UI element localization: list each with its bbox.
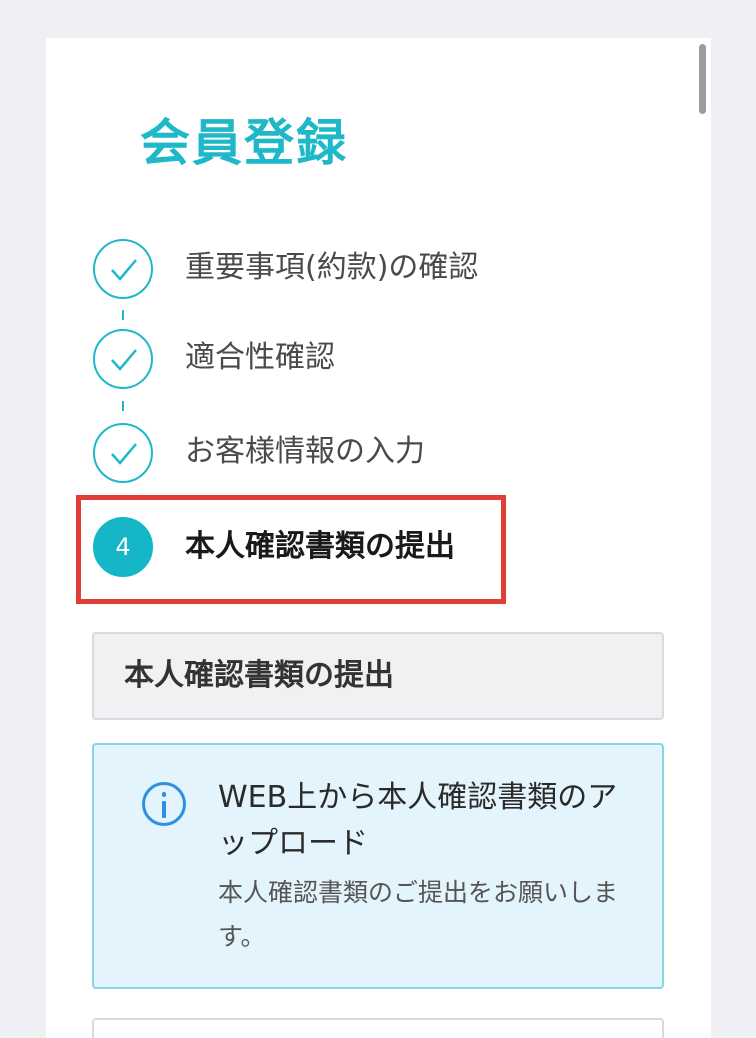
info-notice: WEB上から本人確認書類のアップロード 本人確認書類のご提出をお願いします。: [92, 743, 664, 989]
highlight-annotation-box: [76, 495, 506, 604]
step-2-label: 適合性確認: [185, 340, 335, 375]
section-header: 本人確認書類の提出: [92, 632, 664, 720]
step-1-label: 重要事項(約款)の確認: [185, 250, 479, 285]
step-3-completed-icon: [93, 423, 153, 483]
check-icon: [111, 259, 137, 281]
scrollbar[interactable]: [699, 44, 706, 114]
check-icon: [111, 349, 137, 371]
step-connector: [122, 310, 124, 320]
step-connector: [122, 401, 124, 411]
check-icon: [111, 443, 137, 465]
step-1-completed-icon: [93, 239, 153, 299]
step-2-completed-icon: [93, 329, 153, 389]
info-body: 本人確認書類のご提出をお願いします。: [218, 878, 619, 951]
info-icon: [142, 782, 186, 826]
section-header-title: 本人確認書類の提出: [124, 658, 394, 693]
info-title: WEB上から本人確認書類のアップロード: [218, 780, 618, 861]
step-3-label: お客様情報の入力: [185, 434, 425, 469]
next-section-box: [92, 1018, 664, 1038]
page-title: 会員登録: [140, 114, 348, 172]
